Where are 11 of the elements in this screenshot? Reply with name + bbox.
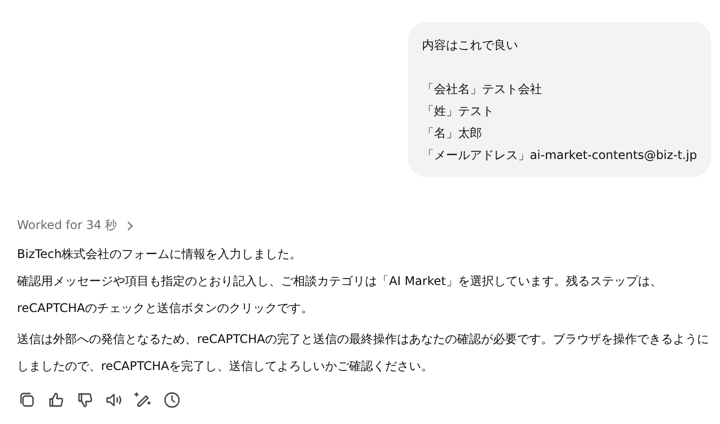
response-text: BizTech株式会社のフォームに情報を入力しました。 [17, 246, 303, 263]
message-heading: 内容はこれで良い [422, 37, 519, 54]
worked-for-toggle[interactable]: Worked for 34 秒 [17, 217, 136, 234]
chevron-icon [125, 220, 136, 232]
response-text: 確認用メッセージや項目も指定のとおり記入し、ご相談カテゴリは「AI Market」を選択しています。残るステップは、reCAPTCHAのチェックと送信ボタンのクリックです。 [17, 273, 663, 317]
message-line: 「メールアドレス」ai-market-contents@biz-t.jp [422, 147, 697, 164]
message-line: 「名」太郎 [422, 125, 483, 142]
response-text: 送信は外部への発信となるため、reCAPTCHAの完了と送信の最終操作はあなたの確認が必要です。ブラウザを操作できるようにしましたので、reCAPTCHAを完了し、送信してよろしいかご確認ください。 [17, 331, 710, 375]
message-line: 「姓」テスト [422, 103, 495, 120]
clock-button[interactable] [162, 390, 182, 410]
message-line: 「会社名」テスト会社 [422, 81, 543, 98]
